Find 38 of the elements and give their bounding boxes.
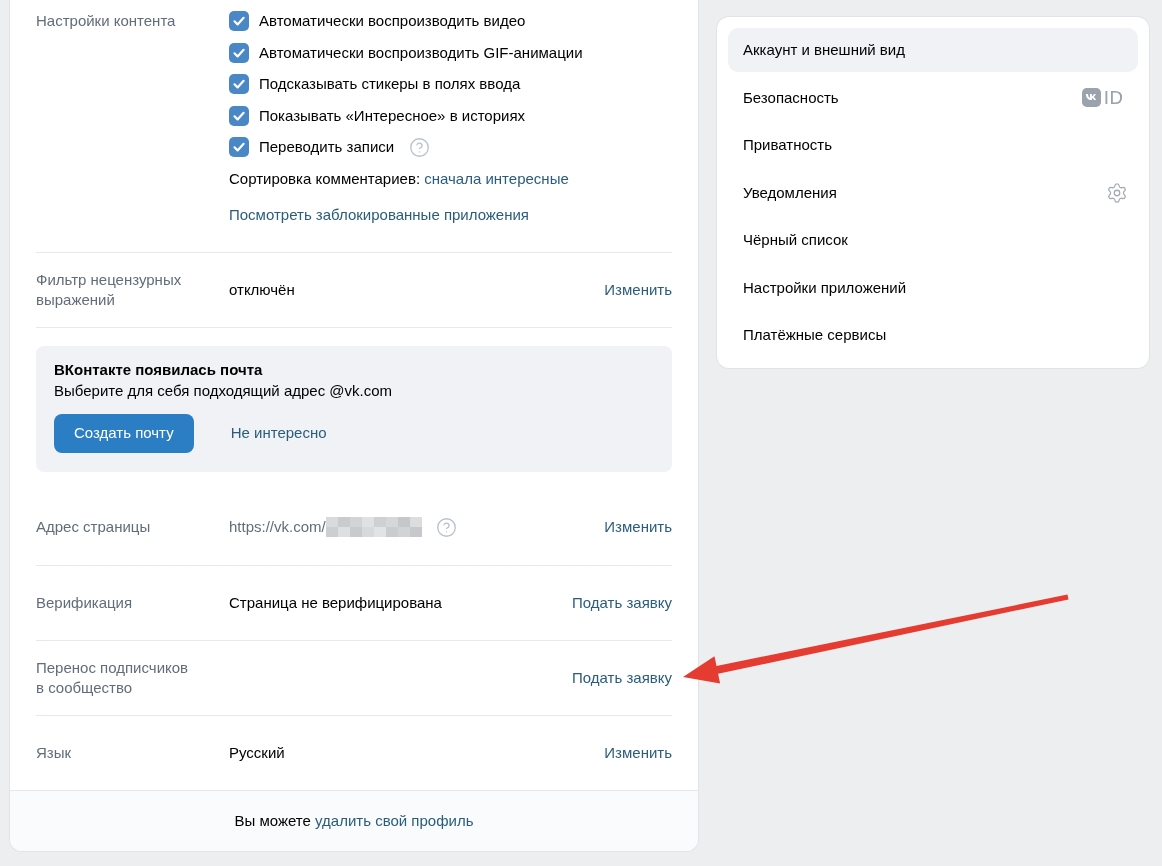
checkbox-label: Подсказывать стикеры в полях ввода: [259, 74, 521, 94]
id-label: ID: [1103, 87, 1123, 108]
action-link[interactable]: Изменить: [604, 279, 672, 300]
promo-text: Выберите для себя подходящий адрес @vk.com: [54, 380, 394, 401]
setting-value: отключён: [229, 279, 295, 300]
not-interested-link[interactable]: Не интересно: [230, 423, 327, 443]
checkbox[interactable]: [229, 42, 249, 63]
checkbox-label: Автоматически воспроизводить GIF-анимации: [259, 42, 583, 63]
setting-value: Страница не верифицирована: [229, 592, 442, 613]
vk-logo-icon: [1081, 88, 1101, 107]
checkbox-label: Показывать «Интересное» в историях: [259, 105, 526, 126]
delete-profile-link[interactable]: удалить свой профиль: [315, 811, 474, 829]
setting-value: https://vk.com/: [229, 517, 326, 537]
setting-label: Язык: [36, 742, 73, 763]
checkbox[interactable]: [229, 105, 249, 126]
delete-profile-text: Вы можете удалить свой профиль: [234, 810, 474, 831]
setting-label: Адрес страницы: [36, 517, 152, 537]
settings-icon[interactable]: [1106, 181, 1128, 204]
promo-title: ВКонтакте появилась почта: [54, 359, 264, 380]
checkbox[interactable]: [229, 137, 249, 157]
setting-label: Верификация: [36, 592, 134, 613]
checkbox[interactable]: [229, 74, 249, 94]
checkbox-label: Автоматически воспроизводить видео: [259, 11, 526, 31]
blocked-apps-link[interactable]: Посмотреть заблокированные приложения: [229, 204, 529, 225]
checkbox-label: Переводить записи: [259, 137, 395, 157]
checkbox[interactable]: [229, 11, 249, 31]
action-link[interactable]: Подать заявку: [572, 592, 672, 613]
menu-item[interactable]: Аккаунт и внешний вид: [728, 28, 1138, 72]
action-link[interactable]: Изменить: [604, 742, 672, 763]
setting-label: Настройки контента: [36, 11, 177, 31]
comment-sort-link[interactable]: сначала интересные: [424, 169, 569, 187]
setting-label: Перенос подписчиков в сообщество: [36, 657, 190, 698]
action-link[interactable]: Подать заявку: [572, 667, 672, 688]
setting-value: Русский: [229, 742, 285, 763]
comment-sort-text: Сортировка комментариев: сначала интересные: [229, 168, 570, 189]
create-mail-button[interactable]: Создать почту: [54, 413, 194, 453]
action-link[interactable]: Изменить: [604, 517, 672, 537]
setting-label: Фильтр нецензурных выражений: [36, 269, 183, 310]
